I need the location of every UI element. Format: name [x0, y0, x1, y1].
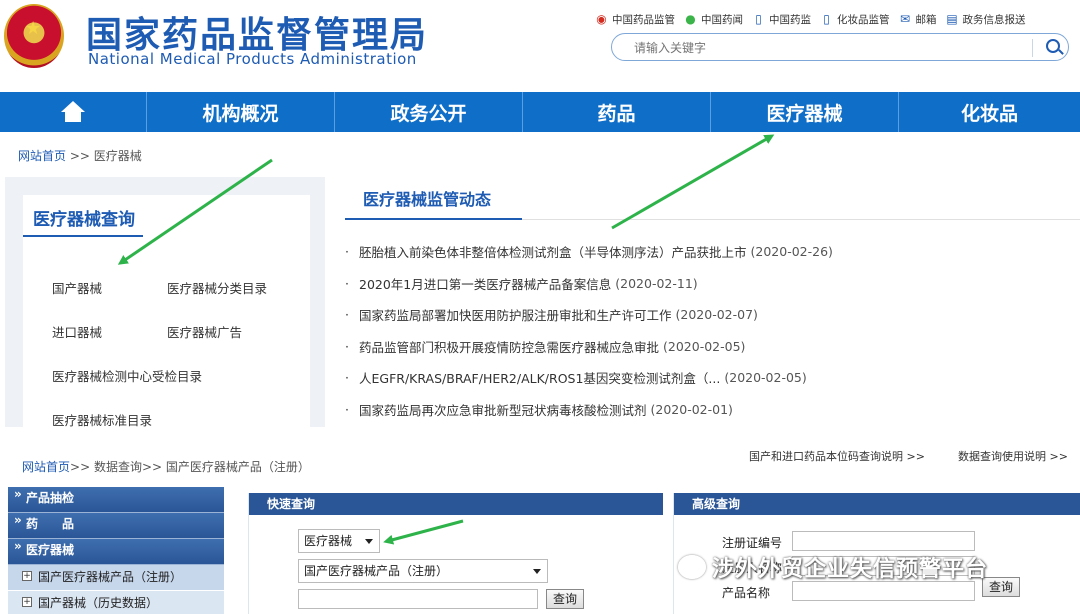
- sidebar-item-drugs[interactable]: 药 品: [8, 509, 224, 539]
- expand-icon[interactable]: +: [22, 597, 32, 607]
- device-query-panel: 医疗器械查询 国产器械 医疗器械分类目录 进口器械 医疗器械广告 医疗器械检测中…: [5, 177, 325, 429]
- wechat-icon: ●: [685, 12, 696, 26]
- nav-government-affairs[interactable]: 政务公开: [335, 92, 523, 132]
- list-item[interactable]: · 2020年1月进口第一类医疗器械产品备案信息 (2020-02-11): [345, 268, 1080, 300]
- sidebar-item-sampling[interactable]: 产品抽检: [8, 483, 224, 513]
- news-list: · 胚胎植入前染色体非整倍体检测试剂盒（半导体测序法）产品获批上市 (2020-02…: [345, 236, 1080, 425]
- list-item[interactable]: · 国家药监局部署加快医用防护服注册审批和生产许可工作 (2020-02-07): [345, 299, 1080, 331]
- product-name-label: 产品名称: [722, 586, 771, 600]
- breadcrumb-current: 医疗器械: [93, 149, 142, 163]
- search-input[interactable]: [634, 39, 1014, 57]
- home-icon: [60, 101, 86, 123]
- quick-query-title: 快速查询: [249, 493, 663, 515]
- site-title-en[interactable]: National Medical Products Administration: [88, 50, 417, 68]
- quick-query-button[interactable]: 查询: [546, 589, 585, 609]
- product-type-select[interactable]: 国产医疗器械产品（注册）: [298, 559, 548, 583]
- top-link-wechat[interactable]: ● 中国药闻: [683, 12, 743, 27]
- sidebar-sub-domestic-history[interactable]: + 国产器械（历史数据）: [8, 591, 224, 614]
- list-item[interactable]: · 国家药监局再次应急审批新型冠状病毒核酸检测试剂 (2020-02-01): [345, 394, 1080, 426]
- help-link-data-query[interactable]: 数据查询使用说明 >>: [958, 448, 1068, 464]
- list-item[interactable]: · 药品监管部门积极开展疫情防控急需医疗器械应急审批 (2020-02-05): [345, 331, 1080, 363]
- sidebar-item-devices[interactable]: 医疗器械: [8, 535, 224, 565]
- breadcrumb-home[interactable]: 网站首页: [22, 460, 70, 474]
- arrow-to-medical-device-nav: [611, 134, 775, 230]
- advanced-query-title: 高级查询: [674, 493, 1080, 515]
- registration-number-label: 注册证编号: [722, 536, 783, 550]
- data-query-sidebar: 产品抽检 药 品 医疗器械 +国产医疗器械产品（注册） +国产器械（历史数据）: [8, 483, 224, 614]
- nav-drugs[interactable]: 药品: [523, 92, 711, 132]
- news-title-underline: [345, 218, 522, 220]
- main-nav: 机构概况 政务公开 药品 医疗器械 化妆品: [0, 92, 1080, 132]
- watermark-text: 涉外外贸企业失信预警平台: [712, 557, 989, 582]
- nav-medical-devices[interactable]: 医疗器械: [711, 92, 899, 132]
- product-name-input[interactable]: [792, 581, 975, 601]
- device-query-title: 医疗器械查询: [33, 210, 135, 230]
- top-link-app[interactable]: ▯ 中国药监: [751, 12, 811, 27]
- search-icon[interactable]: [1046, 39, 1060, 53]
- site-header: 国家药品监督管理局 National Medical Products Admi…: [0, 0, 1080, 92]
- document-icon: ▤: [946, 12, 958, 26]
- query-link-domestic[interactable]: 国产器械: [52, 278, 102, 297]
- quick-query-panel: 快速查询 医疗器械 国产医疗器械产品（注册） 查询: [248, 493, 663, 614]
- title-underline: [23, 235, 143, 237]
- nav-organization[interactable]: 机构概况: [147, 92, 335, 132]
- search-box: [611, 33, 1069, 61]
- top-link-weibo[interactable]: ◉ 中国药品监管: [594, 12, 675, 27]
- top-link-cosmetics[interactable]: ▯ 化妆品监管: [819, 12, 889, 27]
- nav-cosmetics[interactable]: 化妆品: [899, 92, 1080, 132]
- weibo-icon: ◉: [596, 12, 607, 26]
- data-query-breadcrumb: 网站首页>> 数据查询>> 国产医疗器械产品（注册）: [22, 460, 310, 474]
- wechat-logo-icon: [678, 555, 706, 579]
- query-link-advertising[interactable]: 医疗器械广告: [167, 322, 242, 341]
- quick-query-input[interactable]: [298, 589, 538, 609]
- top-link-report[interactable]: ▤ 政务信息报送: [945, 12, 1025, 27]
- sidebar-sub-domestic-registered[interactable]: + 国产医疗器械产品（注册）: [8, 565, 224, 591]
- query-link-classification[interactable]: 医疗器械分类目录: [167, 278, 267, 297]
- query-link-imported[interactable]: 进口器械: [52, 322, 102, 341]
- registration-number-input[interactable]: [792, 531, 975, 551]
- top-link-mail[interactable]: ✉ 邮箱: [898, 12, 937, 27]
- list-item[interactable]: · 胚胎植入前染色体非整倍体检测试剂盒（半导体测序法）产品获批上市 (2020-02…: [345, 236, 1080, 268]
- nav-home[interactable]: [0, 92, 147, 132]
- news-divider: [522, 219, 1080, 220]
- expand-icon[interactable]: +: [22, 571, 32, 581]
- mail-icon: ✉: [899, 12, 911, 26]
- top-links: ◉ 中国药品监管 ● 中国药闻 ▯ 中国药监 ▯ 化妆品监管 ✉ 邮箱 ▤ 政务信息报送: [594, 10, 1034, 28]
- category-select[interactable]: 医疗器械: [298, 529, 380, 553]
- breadcrumb: 网站首页 >> 医疗器械: [18, 149, 142, 163]
- news-section-title: 医疗器械监管动态: [363, 190, 492, 209]
- help-link-drug-code[interactable]: 国产和进口药品本位码查询说明 >>: [749, 448, 925, 464]
- device-query-box: 医疗器械查询 国产器械 医疗器械分类目录 进口器械 医疗器械广告 医疗器械检测中…: [23, 195, 310, 429]
- national-emblem-icon: [4, 4, 64, 68]
- query-link-standards[interactable]: 医疗器械标准目录: [52, 410, 152, 429]
- phone-icon: ▯: [823, 12, 830, 26]
- search-divider: [1032, 39, 1033, 57]
- breadcrumb-home[interactable]: 网站首页: [18, 149, 66, 163]
- chevron-down-icon: [365, 539, 373, 544]
- query-link-testing-center[interactable]: 医疗器械检测中心受检目录: [52, 366, 202, 385]
- watermark: 涉外外贸企业失信预警平台: [678, 551, 988, 583]
- list-item[interactable]: · 人EGFR/KRAS/BRAF/HER2/ALK/ROS1基因突变检测试剂盒（…: [345, 362, 1080, 394]
- chevron-down-icon: [533, 569, 541, 574]
- phone-icon: ▯: [755, 12, 762, 26]
